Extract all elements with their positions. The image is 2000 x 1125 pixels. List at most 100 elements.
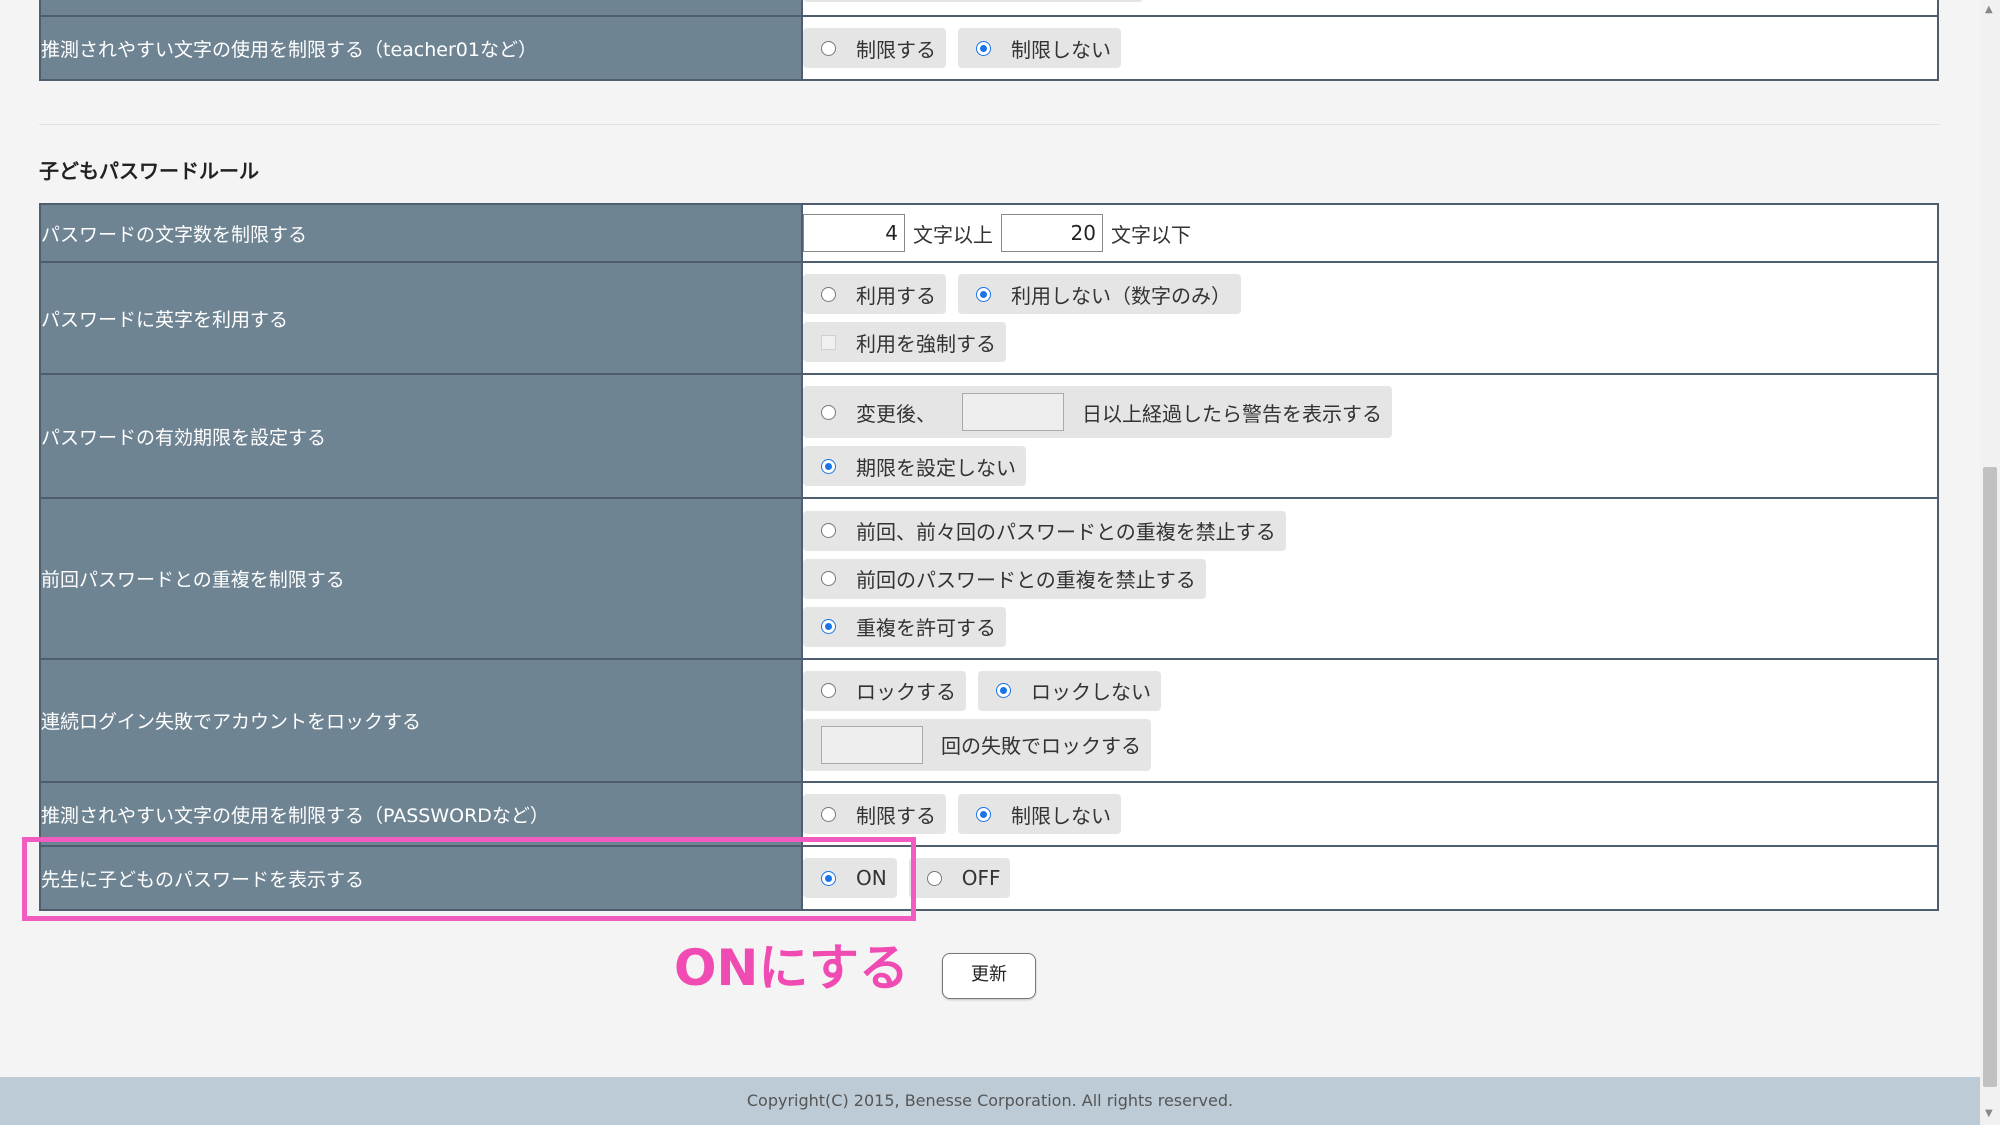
option-label: 期限を設定しない bbox=[856, 455, 1016, 480]
option-line: 期限を設定しない bbox=[803, 442, 1937, 490]
row-expiry: パスワードの有効期限を設定する 変更後、 日以上経過したら警告を表示する 期限を設… bbox=[39, 373, 1939, 499]
child-password-rules-table: パスワードの文字数を制限する 4 文字以上 20 文字以下 パスワードに英字を利用する… bbox=[39, 203, 1939, 911]
radio-option-allow[interactable]: 重複を許可する bbox=[803, 606, 1006, 647]
option-label: 日以上経過したら警告を表示する bbox=[1082, 401, 1382, 426]
row-label: 前回パスワードとの重複を制限する bbox=[39, 497, 803, 660]
option-line: 利用を強制する bbox=[803, 318, 1937, 366]
radio-icon[interactable] bbox=[821, 683, 836, 698]
option-label: 重複を許可する bbox=[856, 616, 996, 640]
option-line: 前回、前々回のパスワードとの重複を禁止する bbox=[803, 507, 1937, 555]
row-value: 4 文字以上 20 文字以下 bbox=[801, 203, 1939, 263]
option-label: 制限する bbox=[856, 803, 936, 828]
teacher-row-partial-top bbox=[39, 0, 1939, 17]
row-value: ロックする ロックしない 回の失敗でロックする bbox=[801, 658, 1939, 783]
annotation-text: ONにする bbox=[674, 939, 909, 997]
radio-icon[interactable] bbox=[821, 404, 836, 420]
option-partial bbox=[803, 0, 1143, 2]
checkbox-option-force[interactable]: 利用を強制する bbox=[803, 322, 1006, 362]
footer-copyright: Copyright(C) 2015, Benesse Corporation. … bbox=[0, 1077, 1980, 1125]
option-label: 変更後、 bbox=[856, 401, 936, 426]
max-length-input[interactable]: 20 bbox=[1001, 214, 1103, 252]
radio-option-use[interactable]: 利用する bbox=[803, 274, 946, 314]
min-length-input[interactable]: 4 bbox=[803, 214, 905, 252]
scroll-thumb[interactable] bbox=[1983, 467, 1997, 1087]
row-duplicate: 前回パスワードとの重複を制限する 前回、前々回のパスワードとの重複を禁止する 前… bbox=[39, 497, 1939, 660]
option-line: 回の失敗でロックする bbox=[803, 715, 1937, 775]
radio-selected-icon[interactable] bbox=[976, 806, 991, 822]
page-content: 推測されやすい文字の使用を制限する（teacher01など） 制限する 制限しない… bbox=[0, 0, 1980, 1077]
option-label: 前回、前々回のパスワードとの重複を禁止する bbox=[856, 520, 1276, 544]
option-line: 変更後、 日以上経過したら警告を表示する bbox=[803, 382, 1937, 442]
radio-option-no-expiry[interactable]: 期限を設定しない bbox=[803, 446, 1026, 486]
row-label: 連続ログイン失敗でアカウントをロックする bbox=[39, 658, 803, 783]
radio-option-prev[interactable]: 前回のパスワードとの重複を禁止する bbox=[803, 558, 1206, 599]
lock-count-group: 回の失敗でロックする bbox=[803, 718, 1151, 771]
radio-option-restrict[interactable]: 制限する bbox=[803, 794, 946, 834]
option-label: 利用しない（数字のみ） bbox=[1011, 283, 1231, 308]
option-label: 回の失敗でロックする bbox=[941, 734, 1141, 758]
radio-option-no-lock[interactable]: ロックしない bbox=[978, 670, 1161, 711]
option-line: 前回のパスワードとの重複を禁止する bbox=[803, 555, 1937, 603]
row-value: 利用する 利用しない（数字のみ） 利用を強制する bbox=[801, 261, 1939, 375]
option-label: ロックする bbox=[856, 680, 956, 704]
radio-option-off[interactable]: OFF bbox=[908, 858, 1011, 898]
option-line: ロックする ロックしない bbox=[803, 667, 1937, 715]
radio-selected-icon[interactable] bbox=[976, 40, 991, 56]
radio-icon[interactable] bbox=[821, 40, 836, 56]
lock-count-input[interactable] bbox=[821, 725, 923, 764]
option-line: 重複を許可する bbox=[803, 603, 1937, 651]
row-label: パスワードの有効期限を設定する bbox=[39, 373, 803, 499]
checkbox-disabled-icon[interactable] bbox=[821, 334, 836, 350]
vertical-scrollbar[interactable]: ▲ ▼ bbox=[1980, 0, 2000, 1125]
min-length-suffix: 文字以上 bbox=[913, 222, 993, 247]
teacher-rules-table-partial: 推測されやすい文字の使用を制限する（teacher01など） 制限する 制限しない bbox=[39, 0, 1939, 81]
scroll-down-arrow-icon[interactable]: ▼ bbox=[1985, 1108, 1993, 1119]
option-label: OFF bbox=[961, 866, 1001, 890]
option-label: 制限する bbox=[856, 37, 936, 62]
radio-option-prev-two[interactable]: 前回、前々回のパスワードとの重複を禁止する bbox=[803, 510, 1286, 551]
radio-selected-icon[interactable] bbox=[996, 683, 1011, 698]
radio-icon[interactable] bbox=[821, 523, 836, 538]
row-value: 制限する 制限しない bbox=[801, 15, 1939, 81]
radio-selected-icon[interactable] bbox=[821, 619, 836, 634]
option-line: 利用する 利用しない（数字のみ） bbox=[803, 270, 1937, 318]
row-label: 推測されやすい文字の使用を制限する（teacher01など） bbox=[39, 15, 803, 81]
radio-icon[interactable] bbox=[821, 806, 836, 822]
row-value: ON OFF bbox=[801, 845, 1939, 911]
radio-selected-icon[interactable] bbox=[821, 458, 836, 474]
section-divider bbox=[39, 124, 1939, 125]
row-label bbox=[39, 0, 803, 17]
row-label: パスワードの文字数を制限する bbox=[39, 203, 803, 263]
option-label: 制限しない bbox=[1011, 803, 1111, 828]
row-value: 変更後、 日以上経過したら警告を表示する 期限を設定しない bbox=[801, 373, 1939, 499]
radio-option-restrict[interactable]: 制限する bbox=[803, 28, 946, 68]
annotation-highlight-box bbox=[22, 837, 916, 921]
radio-option-expiry-days[interactable]: 変更後、 日以上経過したら警告を表示する bbox=[803, 386, 1392, 438]
row-value: 前回、前々回のパスワードとの重複を禁止する 前回のパスワードとの重複を禁止する … bbox=[801, 497, 1939, 660]
option-label: ロックしない bbox=[1031, 680, 1151, 704]
row-lock: 連続ログイン失敗でアカウントをロックする ロックする ロックしない 回の失敗でロッ… bbox=[39, 658, 1939, 783]
option-label: 利用する bbox=[856, 283, 936, 308]
scroll-up-arrow-icon[interactable]: ▲ bbox=[1985, 4, 1993, 15]
section-title: 子どもパスワードルール bbox=[39, 159, 259, 183]
max-length-suffix: 文字以下 bbox=[1111, 222, 1191, 247]
row-value bbox=[801, 0, 1939, 17]
radio-option-lock[interactable]: ロックする bbox=[803, 670, 966, 711]
option-label: 前回のパスワードとの重複を禁止する bbox=[856, 568, 1196, 592]
expiry-days-input[interactable] bbox=[962, 393, 1064, 431]
row-label: パスワードに英字を利用する bbox=[39, 261, 803, 375]
radio-option-not-use[interactable]: 利用しない（数字のみ） bbox=[958, 274, 1241, 314]
radio-icon[interactable] bbox=[821, 571, 836, 586]
option-label: 利用を強制する bbox=[856, 331, 996, 356]
row-alpha: パスワードに英字を利用する 利用する 利用しない（数字のみ） 利用を強制する bbox=[39, 261, 1939, 375]
radio-selected-icon[interactable] bbox=[976, 286, 991, 302]
row-value: 制限する 制限しない bbox=[801, 781, 1939, 847]
option-label: 制限しない bbox=[1011, 37, 1111, 62]
teacher-row-guessable: 推測されやすい文字の使用を制限する（teacher01など） 制限する 制限しない bbox=[39, 15, 1939, 81]
row-length: パスワードの文字数を制限する 4 文字以上 20 文字以下 bbox=[39, 203, 1939, 263]
radio-icon[interactable] bbox=[821, 286, 836, 302]
update-button[interactable]: 更新 bbox=[942, 953, 1036, 999]
radio-option-no-restrict[interactable]: 制限しない bbox=[958, 794, 1121, 834]
radio-option-no-restrict[interactable]: 制限しない bbox=[958, 28, 1121, 68]
radio-icon[interactable] bbox=[926, 870, 942, 886]
